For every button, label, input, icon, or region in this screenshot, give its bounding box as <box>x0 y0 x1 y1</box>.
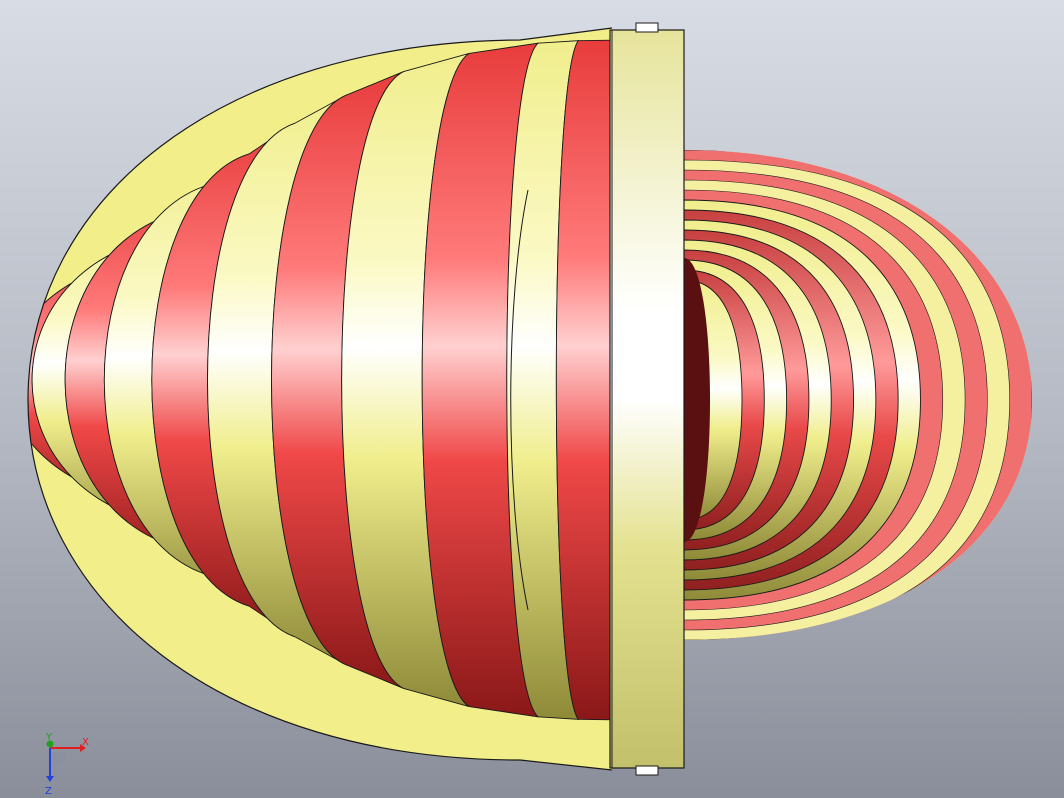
y-axis-label: Y <box>45 732 53 743</box>
model-view[interactable]: X Y Z <box>0 0 1064 798</box>
z-axis-label: Z <box>45 786 52 797</box>
pin-top <box>635 22 659 33</box>
flange-plate <box>609 29 685 769</box>
graphics-viewport[interactable]: X Y Z <box>0 0 1064 798</box>
pin-bottom <box>635 765 659 776</box>
x-axis-label: X <box>82 737 89 748</box>
